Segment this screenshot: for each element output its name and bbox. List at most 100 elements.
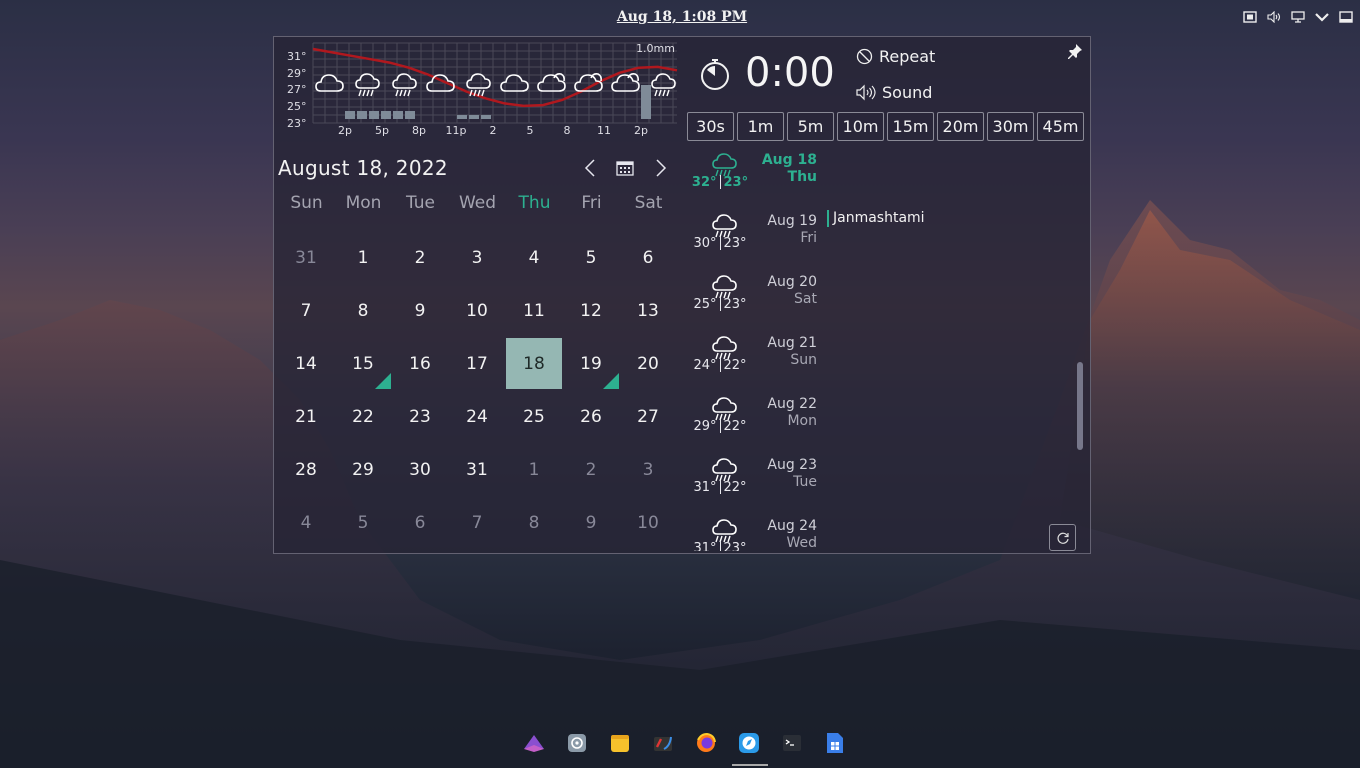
calendar-day[interactable]: 15 bbox=[335, 338, 391, 389]
calendar-day[interactable]: 12 bbox=[563, 285, 619, 336]
forecast-day-row[interactable]: 25° 23° Aug 20 Sat bbox=[687, 271, 1087, 332]
calendar-day[interactable]: 3 bbox=[620, 444, 676, 495]
calendar-day[interactable]: 10 bbox=[449, 285, 505, 336]
terminal-icon bbox=[783, 735, 802, 751]
preset-45m-button[interactable]: 45m bbox=[1037, 112, 1084, 141]
low-temp: 22° bbox=[723, 480, 747, 495]
sound-toggle[interactable]: Sound bbox=[856, 83, 932, 102]
calendar-day[interactable]: 7 bbox=[278, 285, 334, 336]
chevron-down-icon[interactable] bbox=[1314, 9, 1330, 25]
low-temp: 23° bbox=[723, 541, 747, 551]
pin-button[interactable] bbox=[1067, 43, 1083, 63]
calendar-day[interactable]: 28 bbox=[278, 444, 334, 495]
calendar-day[interactable]: 11 bbox=[506, 285, 562, 336]
calendar-day[interactable]: 1 bbox=[506, 444, 562, 495]
calendar-day[interactable]: 18 bbox=[506, 338, 562, 389]
calendar-day[interactable]: 31 bbox=[449, 444, 505, 495]
preset-20m-button[interactable]: 20m bbox=[937, 112, 984, 141]
calendar-day[interactable]: 21 bbox=[278, 391, 334, 442]
forecast-date-label: Aug 21 bbox=[767, 335, 817, 351]
calendar-day[interactable]: 24 bbox=[449, 391, 505, 442]
low-temp: 23° bbox=[723, 297, 747, 312]
forecast-day-row[interactable]: 30° 23° Aug 19 Fri Janmashtami bbox=[687, 210, 1087, 271]
preset-30s-button[interactable]: 30s bbox=[687, 112, 734, 141]
screenshot-icon[interactable] bbox=[1242, 9, 1258, 25]
calendar-day[interactable]: 5 bbox=[335, 497, 391, 548]
calendar-day[interactable]: 2 bbox=[392, 232, 448, 283]
dock-item[interactable] bbox=[689, 725, 724, 761]
window-icon[interactable] bbox=[1338, 9, 1354, 25]
forecast-date: Aug 22 Mon bbox=[753, 396, 817, 430]
forecast-day-row[interactable]: 29° 22° Aug 22 Mon bbox=[687, 393, 1087, 454]
calendar-day[interactable]: 4 bbox=[278, 497, 334, 548]
calendar-day[interactable]: 8 bbox=[335, 285, 391, 336]
calendar-day[interactable]: 30 bbox=[392, 444, 448, 495]
y-tick: 25° bbox=[287, 100, 307, 113]
calendar-day[interactable]: 31 bbox=[278, 232, 334, 283]
calendar-day[interactable]: 17 bbox=[449, 338, 505, 389]
calendar-day[interactable]: 26 bbox=[563, 391, 619, 442]
browser-icon bbox=[739, 733, 760, 753]
dock-item[interactable] bbox=[818, 725, 853, 761]
high-temp: 25° bbox=[693, 297, 717, 312]
timer-display[interactable]: 0:00 bbox=[745, 50, 835, 96]
dock-item[interactable] bbox=[645, 725, 680, 761]
calendar-day[interactable]: 27 bbox=[620, 391, 676, 442]
calendar-day[interactable]: 23 bbox=[392, 391, 448, 442]
volume-icon[interactable] bbox=[1266, 9, 1282, 25]
forecast-day-row[interactable]: 31° 23° Aug 24 Wed bbox=[687, 515, 1087, 551]
dock-item[interactable] bbox=[602, 725, 637, 761]
calendar-day[interactable]: 6 bbox=[392, 497, 448, 548]
sound-label: Sound bbox=[882, 83, 933, 102]
calendar-day[interactable]: 25 bbox=[506, 391, 562, 442]
dock-item[interactable] bbox=[775, 725, 810, 761]
calendar-day[interactable]: 8 bbox=[506, 497, 562, 548]
forecast-day-row[interactable]: 24° 22° Aug 21 Sun bbox=[687, 332, 1087, 393]
y-tick: 31° bbox=[287, 50, 307, 63]
calendar-day[interactable]: 6 bbox=[620, 232, 676, 283]
agenda-event[interactable]: Janmashtami bbox=[827, 210, 925, 227]
calendar-day[interactable]: 29 bbox=[335, 444, 391, 495]
dock-item[interactable] bbox=[516, 725, 551, 761]
calendar-day[interactable]: 9 bbox=[563, 497, 619, 548]
calendar-day[interactable]: 19 bbox=[563, 338, 619, 389]
calendar-day[interactable]: 2 bbox=[563, 444, 619, 495]
clock-date-time[interactable]: Aug 18, 1:08 PM bbox=[0, 9, 1360, 25]
weekday-header: Tue bbox=[405, 193, 436, 213]
preset-10m-button[interactable]: 10m bbox=[837, 112, 884, 141]
calendar-day[interactable]: 10 bbox=[620, 497, 676, 548]
calendar-day[interactable]: 3 bbox=[449, 232, 505, 283]
calendar-day[interactable]: 16 bbox=[392, 338, 448, 389]
calendar-day[interactable]: 22 bbox=[335, 391, 391, 442]
dock-item[interactable] bbox=[559, 725, 594, 761]
code-editor-icon bbox=[653, 736, 672, 751]
calendar-day[interactable]: 4 bbox=[506, 232, 562, 283]
calendar-day[interactable]: 5 bbox=[563, 232, 619, 283]
preset-30m-button[interactable]: 30m bbox=[987, 112, 1034, 141]
calendar-day[interactable]: 20 bbox=[620, 338, 676, 389]
preset-1m-button[interactable]: 1m bbox=[737, 112, 784, 141]
repeat-toggle[interactable]: Repeat bbox=[856, 47, 935, 66]
dock-item[interactable] bbox=[731, 725, 768, 766]
calendar-day[interactable]: 7 bbox=[449, 497, 505, 548]
calendar-day[interactable]: 1 bbox=[335, 232, 391, 283]
previous-month-button[interactable] bbox=[576, 155, 604, 181]
display-icon[interactable] bbox=[1290, 9, 1306, 25]
next-month-button[interactable] bbox=[647, 155, 675, 181]
graph-grid bbox=[312, 42, 677, 124]
forecast-day-row[interactable]: 31° 22° Aug 23 Tue bbox=[687, 454, 1087, 515]
agenda-scrollbar[interactable] bbox=[1077, 362, 1083, 450]
forecast-weekday: Sat bbox=[794, 291, 817, 307]
x-tick: 11p bbox=[445, 124, 467, 137]
high-temp: 32° bbox=[691, 175, 717, 190]
calendar-day[interactable]: 9 bbox=[392, 285, 448, 336]
refresh-button[interactable] bbox=[1049, 524, 1076, 551]
calendar-day[interactable]: 14 bbox=[278, 338, 334, 389]
partly-cloudy-icon bbox=[537, 73, 566, 92]
today-button[interactable] bbox=[611, 155, 639, 181]
forecast-day-row[interactable]: 32° 23° Aug 18 Thu bbox=[687, 149, 1087, 210]
preset-15m-button[interactable]: 15m bbox=[887, 112, 934, 141]
calendar-day[interactable]: 13 bbox=[620, 285, 676, 336]
preset-5m-button[interactable]: 5m bbox=[787, 112, 834, 141]
x-tick: 8p bbox=[412, 124, 426, 137]
